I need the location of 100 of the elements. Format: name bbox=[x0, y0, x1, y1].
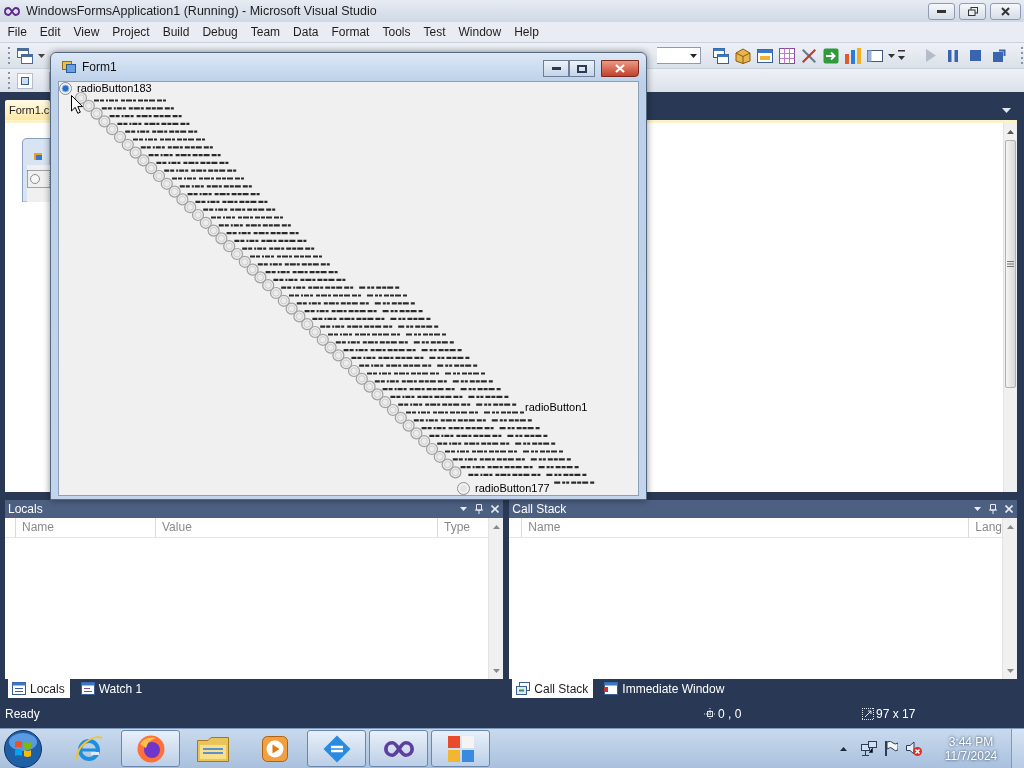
scrollbar[interactable] bbox=[488, 518, 504, 679]
grid-window-icon[interactable] bbox=[779, 47, 795, 64]
menu-item[interactable]: Window bbox=[452, 22, 508, 42]
up-arrow-icon bbox=[1006, 524, 1014, 529]
menu-item[interactable]: File bbox=[1, 22, 34, 42]
gripper-icon[interactable] bbox=[8, 72, 11, 89]
panel-tab[interactable]: Call Stack bbox=[512, 679, 594, 698]
dropdown-icon[interactable] bbox=[460, 507, 468, 511]
pin-icon[interactable] bbox=[475, 504, 484, 514]
form-preview bbox=[22, 138, 50, 202]
maximize-icon bbox=[577, 64, 587, 73]
maximize-button[interactable] bbox=[569, 60, 595, 77]
flag-icon[interactable] bbox=[885, 741, 898, 756]
tools-icon[interactable] bbox=[801, 47, 817, 64]
caret-icon[interactable] bbox=[38, 53, 45, 58]
menu-item[interactable]: Project bbox=[105, 22, 157, 42]
window-icon[interactable] bbox=[757, 47, 773, 64]
folder-icon bbox=[196, 735, 229, 762]
menu-item[interactable]: View bbox=[67, 22, 106, 42]
menu-item[interactable]: Test bbox=[417, 22, 452, 42]
panel-tab[interactable]: Immediate Window bbox=[600, 679, 730, 698]
close-icon bbox=[1001, 6, 1010, 16]
menu-item[interactable]: Help bbox=[507, 22, 546, 42]
e-letter-icon bbox=[74, 734, 103, 763]
box-icon[interactable] bbox=[735, 47, 751, 64]
pin-icon[interactable] bbox=[989, 504, 997, 514]
panel-icon[interactable] bbox=[867, 47, 883, 64]
scrollbar[interactable] bbox=[1002, 518, 1017, 679]
list-window-icon bbox=[80, 682, 95, 695]
panel-tab[interactable]: Watch 1 bbox=[76, 679, 148, 698]
scrollbar-thumb[interactable] bbox=[1005, 140, 1016, 388]
close-icon bbox=[615, 64, 625, 73]
windows-icon[interactable] bbox=[713, 47, 729, 64]
radio-button[interactable]: radioButton177 bbox=[457, 482, 550, 495]
crosshair-icon bbox=[704, 708, 716, 720]
panel-title: Locals bbox=[8, 502, 43, 516]
taskbar-button[interactable] bbox=[369, 730, 428, 767]
start-orb-icon[interactable] bbox=[4, 729, 42, 768]
close-button[interactable] bbox=[601, 60, 639, 77]
dropdown-icon[interactable] bbox=[974, 507, 981, 511]
squares-icon bbox=[447, 735, 474, 762]
infinity-icon bbox=[4, 7, 20, 16]
scrollbar[interactable] bbox=[1003, 123, 1017, 492]
form-icon bbox=[62, 61, 76, 73]
menu-item[interactable]: Build bbox=[156, 22, 196, 42]
menu-item[interactable]: Format bbox=[324, 22, 376, 42]
taskbar-button[interactable] bbox=[307, 730, 366, 767]
up-arrow-icon bbox=[492, 524, 500, 529]
windows-icon[interactable] bbox=[17, 47, 33, 64]
panel-tab[interactable]: Locals bbox=[8, 679, 70, 698]
up-caret-icon[interactable] bbox=[840, 746, 847, 751]
taskbar-button[interactable] bbox=[121, 730, 180, 767]
restart-icon[interactable] bbox=[993, 49, 1006, 62]
globe-icon bbox=[136, 734, 165, 763]
pause-icon[interactable] bbox=[948, 49, 958, 62]
cursor-position: 0 , 0 bbox=[718, 707, 742, 721]
taskbar-button[interactable] bbox=[431, 730, 490, 767]
bars-icon[interactable] bbox=[845, 47, 861, 64]
stack-icon bbox=[516, 682, 531, 695]
menu-item[interactable]: Tools bbox=[375, 22, 417, 42]
combo-field[interactable] bbox=[657, 47, 701, 64]
mouse-pointer-icon bbox=[71, 95, 83, 114]
menu-item[interactable]: Team bbox=[244, 22, 287, 42]
column-header[interactable]: Name bbox=[15, 518, 155, 537]
speaker-muted-icon[interactable] bbox=[906, 741, 922, 756]
down-arrow-icon bbox=[492, 668, 500, 673]
menu-item[interactable]: Edit bbox=[33, 22, 68, 42]
document-tab[interactable]: Form1.c bbox=[5, 100, 51, 120]
minimize-button[interactable] bbox=[543, 60, 569, 77]
resize-icon bbox=[862, 708, 874, 720]
radio-button[interactable]: radioButton183 bbox=[59, 82, 152, 95]
window-title: WindowsFormsApplication1 (Running) - Microsoft Visual Studio bbox=[26, 4, 377, 18]
infinity-icon bbox=[383, 740, 414, 757]
status-text: Ready bbox=[5, 707, 41, 721]
selection-size: 97 x 17 bbox=[876, 707, 916, 721]
close-icon[interactable] bbox=[1005, 505, 1013, 513]
list-window-icon bbox=[12, 682, 26, 695]
overflow-icon[interactable] bbox=[898, 49, 905, 62]
close-icon[interactable] bbox=[491, 505, 500, 513]
panel-title: Call Stack bbox=[512, 502, 567, 516]
minimize-icon bbox=[551, 67, 561, 70]
radio-button-label[interactable]: radioButton1 bbox=[525, 400, 588, 414]
grip-lines-icon bbox=[1007, 261, 1014, 267]
minimize-button[interactable] bbox=[928, 2, 955, 20]
menu-item[interactable]: Data bbox=[286, 22, 325, 42]
network-icon[interactable] bbox=[861, 741, 877, 756]
up-arrow-icon bbox=[1007, 129, 1014, 134]
tile-icon bbox=[322, 734, 351, 763]
dropdown-icon[interactable] bbox=[1002, 108, 1011, 113]
window-icon bbox=[604, 682, 619, 695]
caret-icon[interactable] bbox=[888, 53, 895, 58]
dotted-square-icon[interactable] bbox=[17, 72, 33, 89]
column-header[interactable]: Value bbox=[155, 518, 437, 537]
column-header[interactable]: Name bbox=[521, 518, 969, 537]
restore-button[interactable] bbox=[959, 2, 986, 20]
close-button[interactable] bbox=[990, 2, 1021, 20]
menu-item[interactable]: Debug bbox=[195, 22, 245, 42]
gripper-icon[interactable] bbox=[8, 47, 11, 64]
gripper-icon[interactable] bbox=[1021, 47, 1024, 64]
media-play-icon bbox=[261, 735, 288, 762]
